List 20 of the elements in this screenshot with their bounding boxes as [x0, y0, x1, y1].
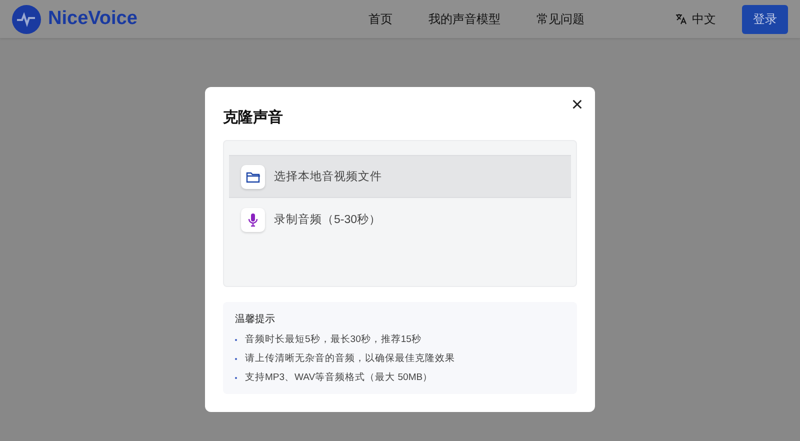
option-label: 录制音频（5-30秒） — [274, 212, 382, 227]
language-button[interactable]: 中文 — [675, 10, 716, 28]
translate-icon — [675, 13, 687, 25]
option-item[interactable]: 录制音频（5-30秒） — [229, 198, 571, 241]
tip-text: 支持MP3、WAV等音频格式（最大 50MB） — [245, 371, 433, 384]
folder-icon — [246, 170, 260, 182]
option-label: 选择本地音视频文件 — [274, 169, 382, 184]
close-button[interactable]: × — [571, 95, 583, 115]
logo-icon — [12, 4, 41, 34]
tips-title: 温馨提示 — [235, 312, 276, 326]
microphone-icon — [248, 212, 258, 226]
nav-link[interactable]: 我的声音模型 — [428, 10, 500, 28]
dialog-title: 克隆声音 — [223, 108, 284, 127]
option-item[interactable]: 选择本地音视频文件 — [229, 155, 571, 198]
nav-link[interactable]: 首页 — [368, 10, 392, 28]
tip-text: 请上传清晰无杂音的音频，以确保最佳克隆效果 — [245, 352, 455, 365]
brand-name: NiceVoice — [48, 8, 138, 30]
login-button[interactable]: 登录 — [742, 4, 788, 34]
tip-text: 音频时长最短5秒，最长30秒，推荐15秒 — [245, 333, 422, 346]
nav-link[interactable]: 常见问题 — [536, 10, 584, 28]
